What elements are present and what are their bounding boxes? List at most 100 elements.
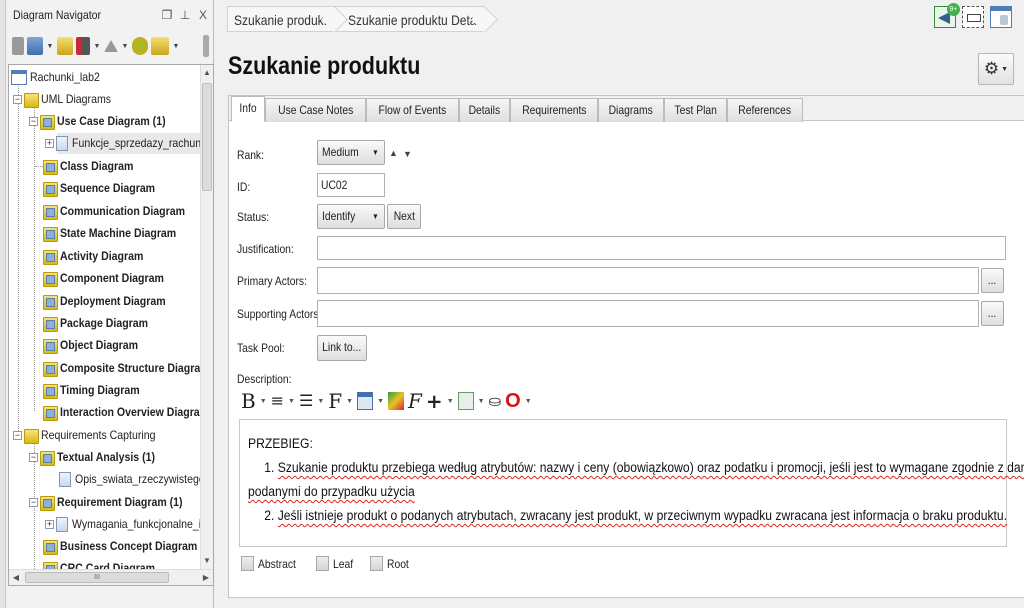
tree-item-requirement-child[interactable]: + Wymagania_funkcjonalne_i_nief: [45, 514, 213, 534]
fit-to-screen-icon[interactable]: [962, 6, 984, 28]
bold-icon[interactable]: B: [241, 390, 256, 412]
align-icon[interactable]: ≡: [271, 390, 284, 412]
collapse-icon[interactable]: −: [13, 94, 22, 104]
spellcheck-icon[interactable]: O: [505, 390, 521, 412]
tree-item-use-case-child[interactable]: + Funkcje_sprzedazy_rachunkow: [45, 133, 213, 153]
tree-item-deployment-diagram[interactable]: Deployment Diagram: [43, 291, 180, 311]
primary-actors-browse-button[interactable]: ...: [981, 268, 1004, 293]
scroll-up-icon[interactable]: ▲: [201, 65, 213, 81]
next-button[interactable]: Next: [387, 204, 421, 229]
tab-info[interactable]: Info: [231, 96, 266, 122]
chevron-down-icon[interactable]: ▼: [346, 398, 353, 405]
tree-item-composite-structure-diagram[interactable]: Composite Structure Diagram: [43, 358, 213, 378]
font-icon[interactable]: F: [328, 390, 342, 412]
justification-field[interactable]: [317, 236, 1006, 260]
tree-item-state-machine-diagram[interactable]: State Machine Diagram: [43, 223, 192, 243]
chevron-down-icon[interactable]: ▼: [317, 398, 324, 405]
tree-item-uml-diagrams[interactable]: − UML Diagrams: [13, 89, 121, 109]
tree-item-class-diagram[interactable]: Class Diagram: [43, 156, 143, 176]
supporting-actors-browse-button[interactable]: ...: [981, 301, 1004, 326]
rank-down-icon[interactable]: ▼: [403, 149, 412, 159]
folder-icon[interactable]: [57, 37, 73, 55]
refresh-icon[interactable]: [132, 37, 148, 55]
chevron-down-icon[interactable]: ▼: [377, 398, 384, 405]
rank-up-icon[interactable]: ▲: [389, 148, 398, 158]
tree-item-package-diagram[interactable]: Package Diagram: [43, 313, 160, 333]
tree-item-business-concept-diagram[interactable]: Business Concept Diagram: [43, 536, 213, 556]
sort-az-icon[interactable]: [76, 37, 90, 55]
rank-select[interactable]: Medium ▼: [317, 140, 385, 165]
find-icon[interactable]: ⛀: [489, 390, 502, 412]
chevron-down-icon[interactable]: ▼: [288, 398, 295, 405]
scroll-left-icon[interactable]: ◀: [9, 570, 23, 585]
up-icon[interactable]: [104, 40, 118, 52]
chevron-down-icon[interactable]: ▼: [121, 43, 129, 50]
abstract-checkbox[interactable]: [241, 556, 254, 571]
chevron-down-icon[interactable]: ▼: [525, 398, 532, 405]
diagram-layout-icon[interactable]: [27, 37, 43, 55]
breadcrumb-item[interactable]: Szukanie produktu: [227, 6, 335, 32]
restore-icon[interactable]: ❐: [159, 8, 175, 22]
link-to-button[interactable]: Link to...: [317, 335, 367, 361]
tree-item-component-diagram[interactable]: Component Diagram: [43, 268, 178, 288]
chevron-down-icon[interactable]: ▼: [260, 398, 267, 405]
tree-item-project[interactable]: Rachunki_lab2: [11, 67, 109, 87]
collapse-icon[interactable]: −: [29, 497, 38, 507]
format-icon[interactable]: F: [408, 390, 422, 412]
color-icon[interactable]: [388, 392, 405, 410]
chevron-down-icon[interactable]: ▼: [46, 43, 54, 50]
leaf-checkbox[interactable]: [316, 556, 330, 571]
insert-icon[interactable]: +: [426, 390, 443, 412]
tree-item-communication-diagram[interactable]: Communication Diagram: [43, 201, 202, 221]
table-icon[interactable]: [357, 392, 374, 410]
collapse-icon[interactable]: −: [29, 452, 38, 462]
settings-menu-button[interactable]: ⚙ ▼: [978, 53, 1014, 85]
tab-details[interactable]: Details: [459, 98, 510, 122]
toolbar-grip[interactable]: [203, 35, 209, 57]
tab-requirements[interactable]: Requirements: [509, 98, 599, 122]
chevron-down-icon[interactable]: ▼: [447, 398, 454, 405]
status-select[interactable]: Identify ▼: [317, 204, 385, 229]
close-icon[interactable]: X: [195, 8, 211, 22]
tree-item-sequence-diagram[interactable]: Sequence Diagram: [43, 178, 168, 198]
description-editor[interactable]: PRZEBIEG: 1. Szukanie produktu przebiega…: [239, 419, 1024, 547]
scrollbar-thumb[interactable]: III: [25, 572, 169, 583]
open-folder-icon[interactable]: [151, 37, 169, 55]
breadcrumb-item[interactable]: Szukanie produktu Details: [335, 6, 488, 32]
chevron-down-icon[interactable]: ▼: [478, 398, 485, 405]
supporting-actors-field[interactable]: [317, 300, 979, 327]
tree-item-object-diagram[interactable]: Object Diagram: [43, 335, 149, 355]
root-checkbox[interactable]: [370, 556, 384, 571]
tree-item-activity-diagram[interactable]: Activity Diagram: [43, 246, 155, 266]
collapse-icon[interactable]: −: [13, 430, 22, 440]
scrollbar-thumb[interactable]: [202, 83, 212, 191]
list-icon[interactable]: ☰: [299, 390, 313, 412]
pin-icon[interactable]: ⊥: [177, 8, 193, 22]
tab-use-case-notes[interactable]: Use Case Notes: [265, 98, 367, 122]
primary-actors-field[interactable]: [317, 267, 979, 294]
properties-pane-icon[interactable]: [990, 6, 1012, 28]
tree-item-timing-diagram[interactable]: Timing Diagram: [43, 380, 150, 400]
tree-item-use-case-diagram[interactable]: − Use Case Diagram (1): [29, 111, 180, 131]
tree-item-interaction-overview-diagram[interactable]: Interaction Overview Diagram: [43, 402, 213, 422]
tab-diagrams[interactable]: Diagrams: [598, 98, 664, 122]
template-icon[interactable]: [457, 392, 474, 410]
collapse-icon[interactable]: −: [29, 116, 38, 126]
scroll-down-icon[interactable]: ▼: [201, 553, 213, 569]
scroll-right-icon[interactable]: ▶: [199, 570, 213, 585]
tree-item-requirements-capturing[interactable]: − Requirements Capturing: [13, 425, 171, 445]
new-icon[interactable]: [12, 37, 24, 55]
expand-icon[interactable]: +: [45, 138, 54, 148]
expand-icon[interactable]: +: [45, 519, 54, 529]
tab-references[interactable]: References: [727, 98, 803, 122]
tree-item-requirement-diagram[interactable]: − Requirement Diagram (1): [29, 492, 200, 512]
id-field[interactable]: UC02: [317, 173, 385, 197]
notification-icon[interactable]: 9+: [934, 3, 960, 28]
tree-vertical-scrollbar[interactable]: ▲ ▼: [200, 65, 213, 569]
chevron-down-icon[interactable]: ▼: [172, 43, 180, 50]
chevron-down-icon[interactable]: ▼: [93, 43, 101, 50]
tree-item-textual-analysis[interactable]: − Textual Analysis (1): [29, 447, 168, 467]
tab-test-plan[interactable]: Test Plan: [663, 98, 728, 122]
tab-flow-of-events[interactable]: Flow of Events: [366, 98, 460, 122]
tree-item-textual-analysis-child[interactable]: Opis_swiata_rzeczywistego: [59, 469, 213, 489]
